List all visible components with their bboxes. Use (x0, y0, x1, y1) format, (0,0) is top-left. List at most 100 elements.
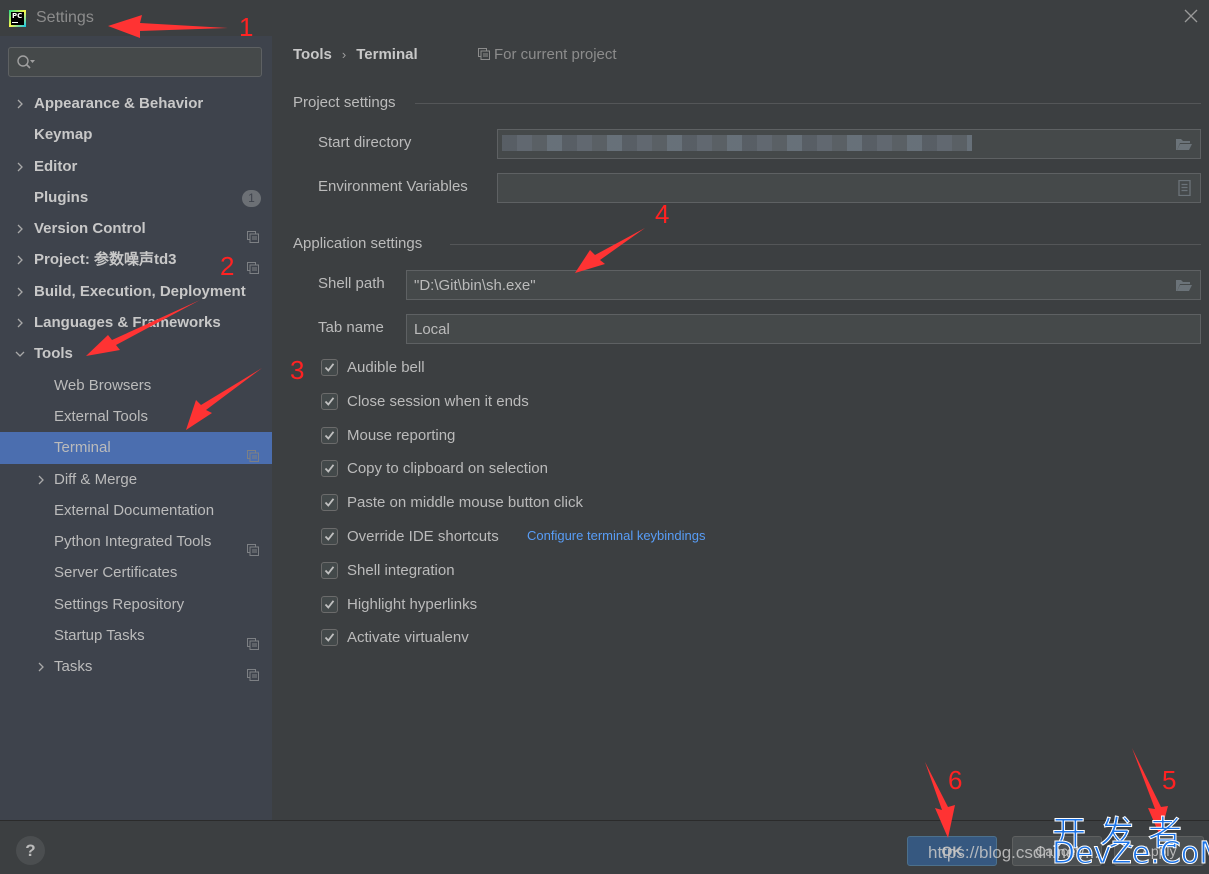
sidebar-item[interactable]: Languages & Frameworks (0, 307, 272, 338)
sidebar-item[interactable]: Server Certificates (0, 557, 272, 588)
env-vars-input[interactable] (505, 177, 1166, 199)
project-scope-icon (247, 536, 259, 557)
checkbox[interactable] (321, 392, 338, 410)
shell-path-input[interactable] (414, 274, 1166, 296)
checkbox-label: Paste on middle mouse button click (347, 494, 583, 512)
checkmark-icon (324, 633, 335, 643)
chevron-right-icon[interactable] (15, 213, 27, 244)
terminal-settings-panel: Tools › Terminal For current project Proje… (272, 36, 1209, 820)
checkbox-label: Highlight hyperlinks (347, 595, 478, 613)
sidebar-item[interactable]: Version Control (0, 213, 272, 244)
breadcrumb-tools[interactable]: Tools (293, 46, 332, 63)
checkbox[interactable] (321, 426, 338, 444)
sidebar-item-label: Diff & Merge (54, 470, 138, 488)
checkmark-icon (324, 363, 335, 372)
checkmark-icon (324, 397, 335, 406)
sidebar-item[interactable]: Settings Repository (0, 589, 272, 620)
checkbox[interactable] (321, 359, 338, 376)
chevron-right-icon[interactable] (15, 276, 27, 307)
shell-path-field[interactable] (406, 270, 1201, 300)
folder-open-icon[interactable] (1175, 277, 1193, 293)
scope-indicator: For current project (478, 46, 617, 63)
project-scope-icon (247, 630, 259, 651)
title-bar: PC Settings (0, 0, 1209, 36)
sidebar-item[interactable]: External Tools (0, 401, 272, 432)
chevron-right-icon[interactable] (15, 307, 27, 338)
sidebar-item[interactable]: Keymap (0, 119, 272, 150)
sidebar-item-label: Plugins (34, 188, 89, 206)
sidebar-item[interactable]: External Documentation (0, 495, 272, 526)
document-icon[interactable] (1175, 180, 1193, 196)
chevron-right-icon[interactable] (36, 464, 48, 495)
sidebar-item[interactable]: Plugins 1 (0, 182, 272, 213)
watermark-site: DevZe.CoM (1051, 836, 1209, 872)
help-button[interactable]: ? (16, 836, 45, 865)
checkmark-icon (324, 464, 335, 474)
sidebar-item-label: Terminal (54, 439, 111, 457)
checkmark-icon (324, 498, 335, 508)
close-icon (1184, 9, 1198, 23)
close-button[interactable] (1181, 6, 1201, 26)
settings-search[interactable] (8, 47, 262, 77)
sidebar-item-label: Tools (34, 345, 73, 363)
sidebar-item[interactable]: Terminal (0, 432, 272, 464)
update-count-badge: 1 (242, 189, 261, 207)
tab-name-field[interactable] (406, 314, 1201, 344)
checkbox[interactable] (321, 595, 338, 613)
configure-keybindings-link[interactable]: Configure terminal keybindings (527, 528, 705, 543)
project-scope-icon (247, 442, 259, 463)
sidebar-item-label: Languages & Frameworks (34, 314, 221, 332)
sidebar-item-label: Keymap (34, 126, 93, 144)
start-directory-field[interactable] (497, 129, 1201, 159)
pycharm-logo-icon: PC (9, 10, 26, 27)
sidebar-item[interactable]: Diff & Merge (0, 464, 272, 495)
checkbox-label: Audible bell (347, 359, 425, 376)
sidebar-item[interactable]: Web Browsers (0, 370, 272, 401)
chevron-right-icon[interactable] (36, 651, 48, 682)
window-title: Settings (36, 9, 94, 26)
project-scope-icon (247, 661, 259, 682)
sidebar-item-label: External Documentation (54, 501, 215, 519)
sidebar-item[interactable]: Editor (0, 151, 272, 182)
env-vars-label: Environment Variables (318, 178, 468, 195)
sidebar-item[interactable]: Python Integrated Tools (0, 526, 272, 557)
sidebar-item-label: Editor (34, 157, 78, 175)
chevron-right-icon[interactable] (15, 88, 27, 119)
chevron-right-icon[interactable] (15, 151, 27, 182)
sidebar-item[interactable]: Tasks (0, 651, 272, 682)
breadcrumb: Tools › Terminal (293, 46, 418, 63)
env-vars-field[interactable] (497, 173, 1201, 203)
section-divider (415, 103, 1201, 104)
breadcrumb-separator: › (341, 47, 347, 62)
search-input[interactable] (39, 51, 254, 73)
shell-path-label: Shell path (318, 275, 385, 292)
checkbox[interactable] (321, 629, 338, 647)
sidebar-item[interactable]: Build, Execution, Deployment (0, 276, 272, 307)
sidebar-item[interactable]: Appearance & Behavior (0, 88, 272, 119)
chevron-right-icon[interactable] (15, 244, 27, 275)
checkbox[interactable] (321, 460, 338, 478)
sidebar-item[interactable]: Project: 参数噪声td3 (0, 244, 272, 275)
application-settings-title: Application settings (293, 235, 423, 252)
sidebar-item-label: Project: 参数噪声td3 (34, 251, 177, 269)
sidebar-item-label: Web Browsers (54, 376, 152, 394)
settings-tree: Appearance & Behavior Keymap Editor Plugins… (0, 88, 272, 683)
sidebar-item-label: Server Certificates (54, 564, 178, 582)
chevron-down-icon[interactable] (15, 338, 27, 369)
checkbox-label: Shell integration (347, 561, 455, 579)
start-directory-label: Start directory (318, 134, 412, 151)
checkmark-icon (324, 566, 335, 575)
sidebar-item[interactable]: Tools (0, 338, 272, 369)
sidebar-item-label: Python Integrated Tools (54, 533, 212, 551)
checkbox[interactable] (321, 561, 338, 579)
settings-sidebar: Appearance & Behavior Keymap Editor Plugins… (0, 36, 272, 820)
checkbox[interactable] (321, 528, 338, 545)
checkbox-label: Copy to clipboard on selection (347, 460, 548, 478)
checkbox-label: Close session when it ends (347, 392, 529, 410)
checkbox[interactable] (321, 494, 338, 512)
sidebar-item[interactable]: Startup Tasks (0, 620, 272, 651)
tab-name-input[interactable] (414, 318, 1166, 340)
sidebar-item-label: Settings Repository (54, 595, 185, 613)
sidebar-item-label: Startup Tasks (54, 627, 145, 645)
folder-open-icon[interactable] (1175, 136, 1193, 152)
